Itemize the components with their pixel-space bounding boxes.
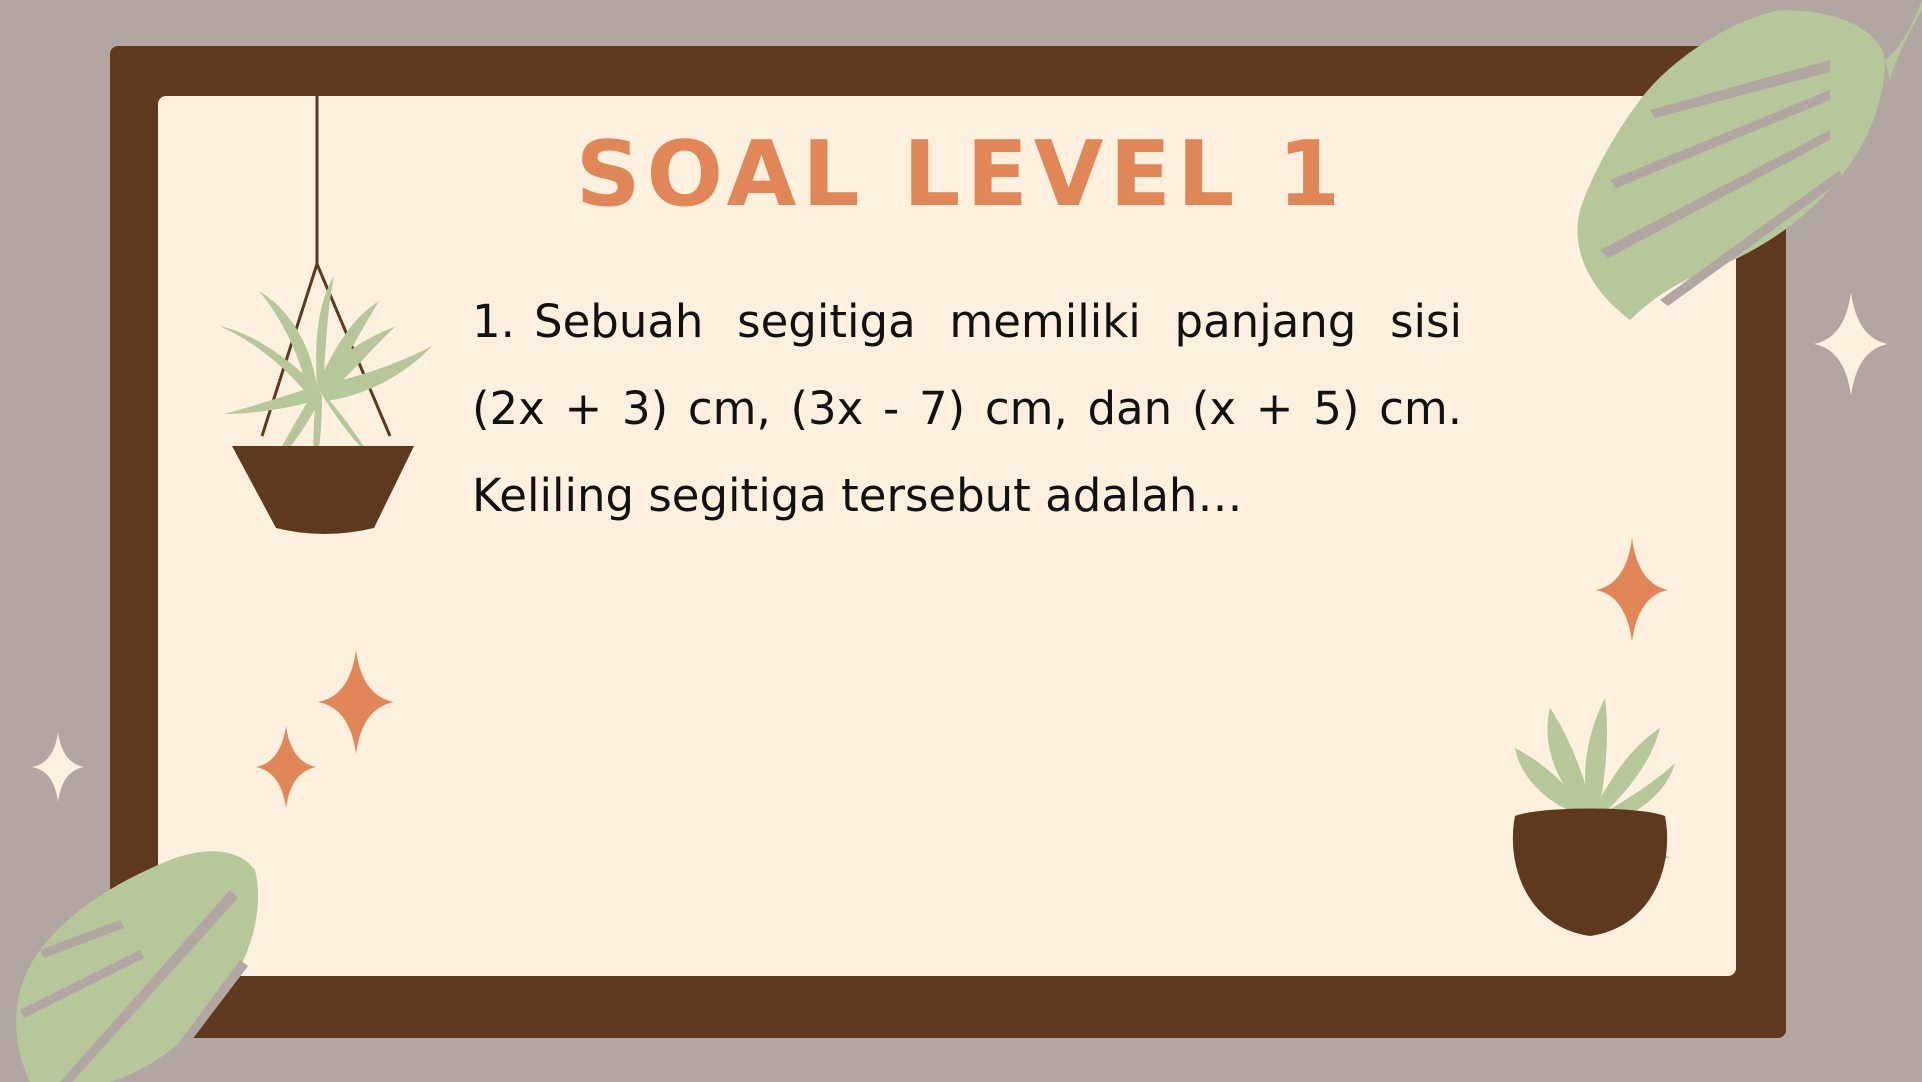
sparkle-icon <box>32 732 84 802</box>
question-body: Sebuah segitiga memiliki panjang sisi (2… <box>472 295 1462 522</box>
question-number: 1. <box>472 295 515 348</box>
slide-title: SOAL LEVEL 1 <box>575 122 1347 227</box>
sparkle-icon <box>1814 292 1888 396</box>
question-text: 1. Sebuah segitiga memiliki panjang sisi … <box>472 278 1462 539</box>
